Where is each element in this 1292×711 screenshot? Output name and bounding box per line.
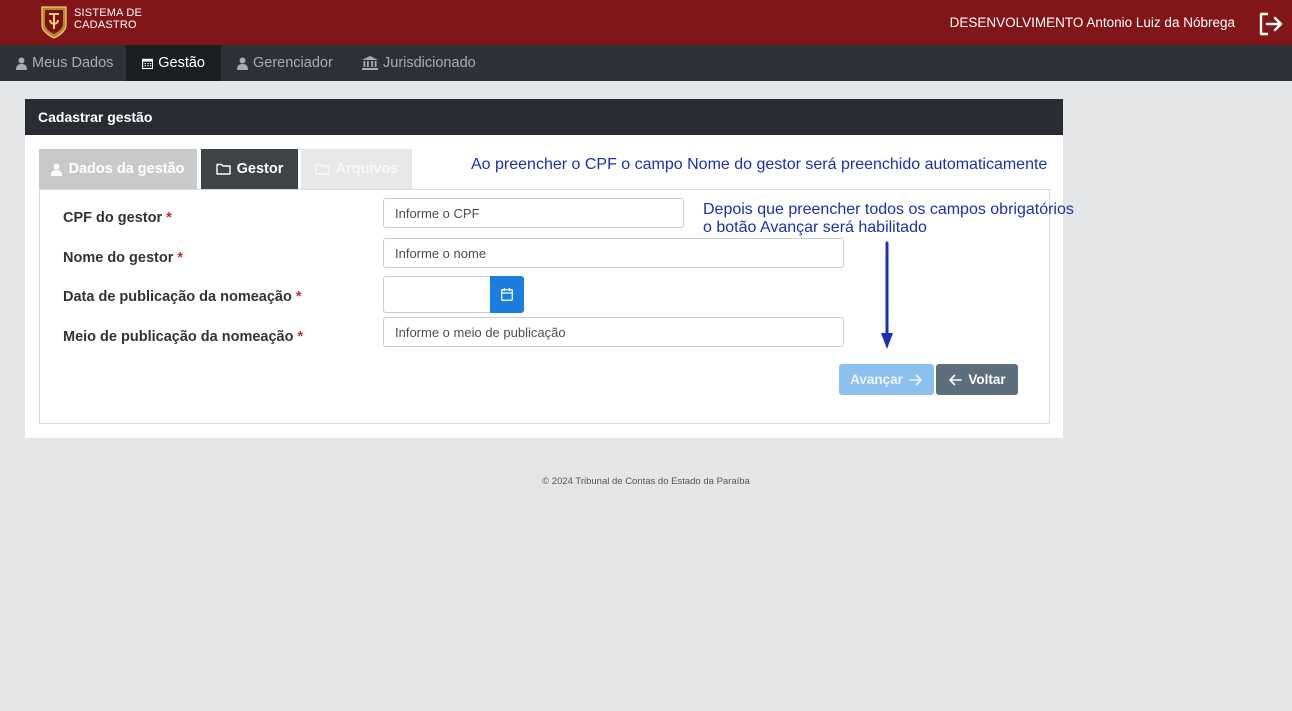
brand-line-1: SISTEMA DE [74,7,143,19]
required-marker: * [297,329,304,345]
required-marker: * [295,289,302,305]
calendar-icon [142,58,154,69]
bank-icon [362,56,378,70]
cpf-label: CPF do gestor * [63,210,172,226]
tab-gestor[interactable]: Gestor [201,149,298,189]
nav-label: Gestão [158,55,205,71]
nav-item-gestao[interactable]: Gestão [126,45,221,81]
annotation-avancar-note: Depois que preencher todos os campos obr… [703,201,1074,237]
tab-dados-da-gestao[interactable]: Dados da gestão [39,149,197,189]
annotation-line-2: o botão Avançar será habilitado [703,219,927,236]
voltar-button-label: Voltar [968,372,1006,387]
logout-icon[interactable] [1258,12,1284,36]
data-publicacao-label: Data de publicação da nomeação * [63,289,302,305]
avancar-button[interactable]: Avançar [839,364,934,395]
data-publicacao-input[interactable] [383,276,491,313]
user-icon [16,57,27,70]
cpf-input[interactable] [383,198,684,228]
date-picker-button[interactable] [490,276,524,313]
nome-input[interactable] [383,238,844,268]
data-publicacao-label-text: Data de publicação da nomeação [63,289,292,305]
nome-label: Nome do gestor * [63,250,183,266]
tab-label: Dados da gestão [68,161,185,177]
brand-line-2: CADASTRO [74,19,137,31]
tce-crest-logo[interactable] [40,5,68,39]
annotation-line-1: Depois que preencher todos os campos obr… [703,201,1074,218]
meio-publicacao-label: Meio de publicação da nomeação * [63,329,303,345]
nav-label: Jurisdicionado [383,55,476,71]
brand-name: SISTEMA DE CADASTRO [74,7,142,31]
tab-label: Gestor [236,161,284,177]
main-nav: Meus Dados Gestão Gerenciador Jurisdicio… [0,45,1292,81]
arrow-right-icon [909,374,922,385]
required-marker: * [166,210,172,226]
nav-label: Gerenciador [253,55,333,71]
user-icon [51,163,63,176]
nav-item-gerenciador[interactable]: Gerenciador [221,45,349,81]
user-icon [237,57,248,70]
voltar-button[interactable]: Voltar [936,364,1018,395]
arrow-left-icon [949,374,963,385]
nav-item-jurisdicionado[interactable]: Jurisdicionado [346,45,492,81]
tab-label: Arquivos [335,161,399,177]
cadastrar-gestao-card: Cadastrar gestão Dados da gestão Gestor … [25,99,1074,438]
annotation-arrow-icon [881,241,893,349]
nome-label-text: Nome do gestor [63,250,174,266]
nav-label: Meus Dados [32,55,114,71]
calendar-icon [501,288,513,301]
footer-copyright: © 2024 Tribunal de Contas do Estado da P… [542,476,750,487]
card-title: Cadastrar gestão [25,99,1063,135]
folder-icon [215,163,231,175]
meio-publicacao-input[interactable] [383,317,844,347]
folder-icon [314,163,330,175]
nav-item-meus-dados[interactable]: Meus Dados [0,45,129,81]
cpf-label-text: CPF do gestor [63,210,163,226]
user-name: DESENVOLVIMENTO Antonio Luiz da Nóbrega [949,15,1235,30]
meio-publicacao-label-text: Meio de publicação da nomeação [63,329,294,345]
tab-arquivos: Arquivos [301,149,412,189]
avancar-button-label: Avançar [850,372,903,387]
required-marker: * [177,250,184,266]
annotation-cpf-note: Ao preencher o CPF o campo Nome do gesto… [471,156,1048,173]
top-bar: SISTEMA DE CADASTRO DESENVOLVIMENTO Anto… [0,0,1292,45]
